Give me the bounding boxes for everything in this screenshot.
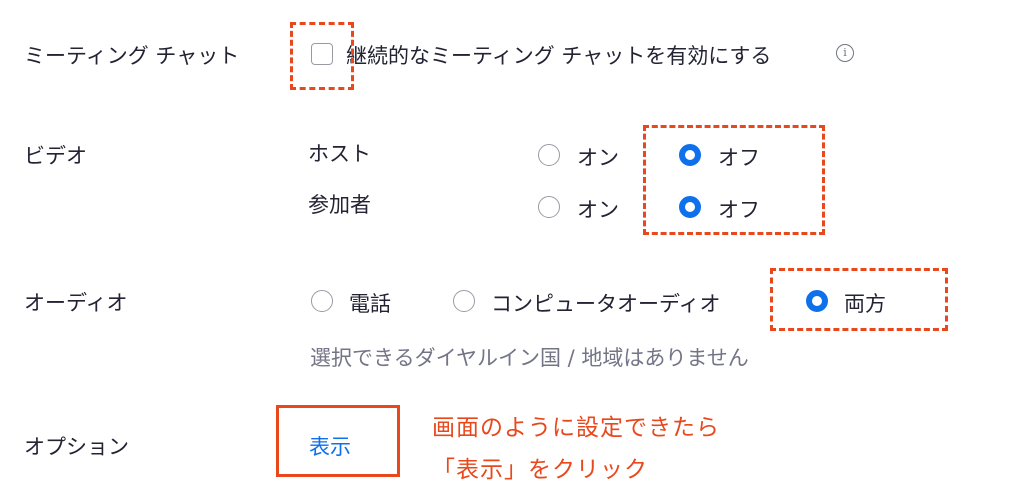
annotation-show-button-highlight	[276, 405, 400, 477]
video-host-on-radio[interactable]	[538, 144, 560, 166]
video-participant-on-label: オン	[577, 198, 619, 222]
annotation-video-off-highlight	[643, 125, 825, 235]
video-participant-on-radio[interactable]	[538, 196, 560, 218]
dial-in-note: 選択できるダイヤルイン国 / 地域はありません	[310, 346, 749, 370]
annotation-audio-both-highlight	[770, 268, 948, 331]
annotation-checkbox-highlight	[290, 22, 354, 90]
audio-computer-label: コンピュータオーディオ	[491, 292, 721, 316]
video-host-label: ホスト	[308, 142, 371, 166]
audio-telephone-radio[interactable]	[311, 290, 333, 312]
annotation-text-line2: 「表示」をクリック	[432, 457, 648, 483]
annotation-text-line1: 画面のように設定できたら	[432, 415, 720, 441]
audio-label: オーディオ	[24, 291, 128, 315]
audio-computer-radio[interactable]	[453, 290, 475, 312]
video-label: ビデオ	[24, 144, 87, 168]
video-participant-label: 参加者	[308, 193, 371, 217]
info-icon[interactable]: i	[836, 44, 854, 62]
persistent-chat-label: 継続的なミーティング チャットを有効にする	[346, 44, 772, 68]
meeting-chat-label: ミーティング チャット	[24, 44, 240, 68]
options-label: オプション	[24, 435, 129, 459]
video-host-on-label: オン	[577, 146, 619, 170]
audio-telephone-label: 電話	[349, 292, 391, 316]
